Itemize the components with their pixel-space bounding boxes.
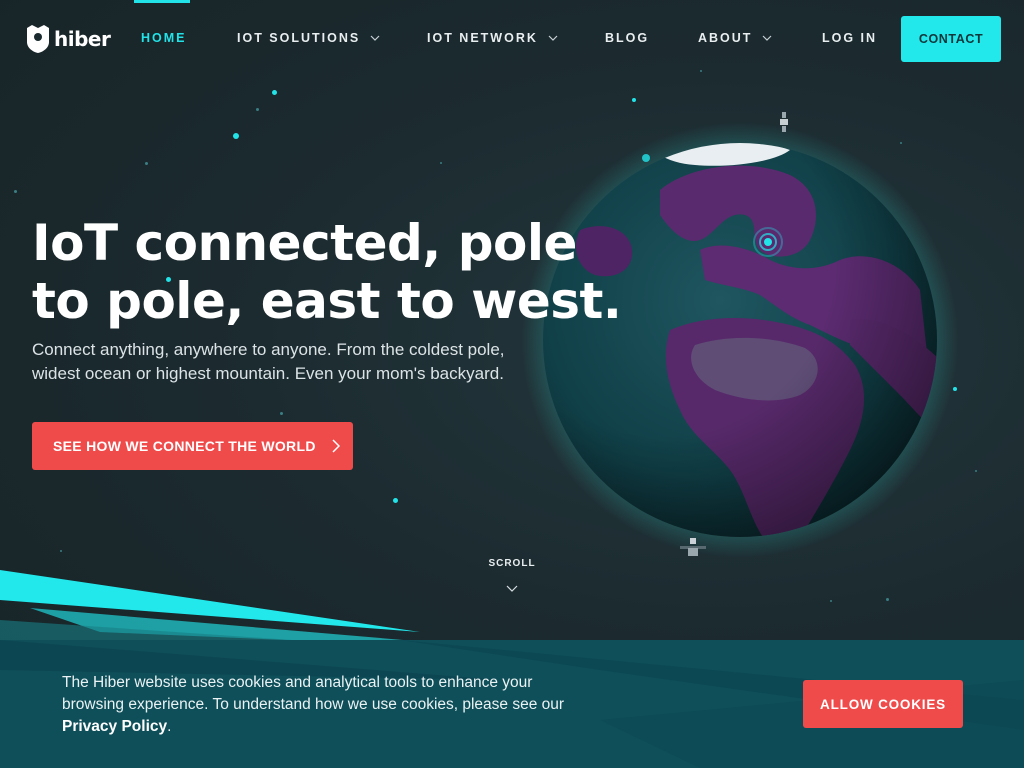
chevron-right-icon <box>332 439 340 453</box>
satellite-icon <box>680 538 706 556</box>
nav-blog-label: BLOG <box>605 31 650 45</box>
satellite-icon <box>780 112 788 132</box>
hero-headline: IoT connected, pole to pole, east to wes… <box>32 214 622 330</box>
hero-subtext: Connect anything, anywhere to anyone. Fr… <box>32 340 505 383</box>
globe-illustration <box>522 122 958 558</box>
nav-iot-solutions-label: IOT SOLUTIONS <box>237 31 361 45</box>
nav-blog[interactable]: BLOG <box>605 31 649 45</box>
hiber-logo-icon <box>27 25 49 53</box>
nav-log-in[interactable]: LOG IN <box>822 31 877 45</box>
allow-cookies-button[interactable]: ALLOW COOKIES <box>803 680 963 728</box>
cookie-banner: The Hiber website uses cookies and analy… <box>0 640 1024 768</box>
nav-about-label: ABOUT <box>698 31 753 45</box>
top-navigation: hiber HOME IOT SOLUTIONS IOT NETWORK BLO… <box>0 0 1024 78</box>
nav-log-in-label: LOG IN <box>822 31 878 45</box>
star-dot <box>632 98 636 102</box>
star-dot <box>14 190 17 193</box>
nav-iot-network[interactable]: IOT NETWORK <box>427 31 558 45</box>
contact-button[interactable]: CONTACT <box>901 16 1001 62</box>
nav-iot-network-label: IOT NETWORK <box>427 31 538 45</box>
star-dot <box>233 133 239 139</box>
brand-name: hiber <box>54 27 111 51</box>
star-dot <box>440 162 442 164</box>
chevron-down-icon <box>763 35 772 41</box>
star-dot <box>393 498 398 503</box>
star-dot <box>272 90 277 95</box>
cta-label: SEE HOW WE CONNECT THE WORLD <box>53 438 316 454</box>
active-nav-indicator <box>134 0 190 3</box>
nav-home[interactable]: HOME <box>141 31 187 45</box>
nav-about[interactable]: ABOUT <box>698 31 772 45</box>
star-dot <box>60 550 62 552</box>
cookie-text: The Hiber website uses cookies and analy… <box>62 674 565 713</box>
star-dot <box>280 412 283 415</box>
nav-home-label: HOME <box>141 31 187 45</box>
cookie-text-end: . <box>167 718 172 735</box>
nav-iot-solutions[interactable]: IOT SOLUTIONS <box>237 31 380 45</box>
hiber-logo[interactable]: hiber <box>24 24 111 54</box>
cookie-message: The Hiber website uses cookies and analy… <box>62 672 582 738</box>
chevron-down-icon <box>548 35 558 41</box>
star-dot <box>256 108 259 111</box>
chevron-down-icon <box>370 35 380 41</box>
connect-world-button[interactable]: SEE HOW WE CONNECT THE WORLD <box>32 422 353 470</box>
star-dot <box>975 470 977 472</box>
privacy-policy-link[interactable]: Privacy Policy <box>62 718 167 735</box>
star-dot <box>145 162 148 165</box>
